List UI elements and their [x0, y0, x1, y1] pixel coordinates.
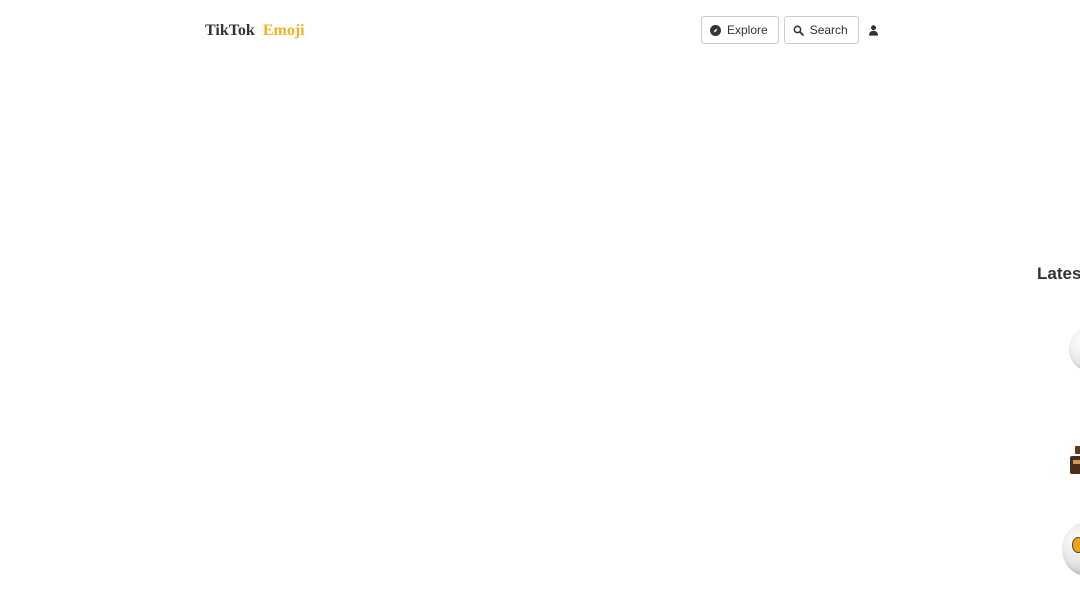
emoji-thumbnail[interactable]	[1068, 444, 1080, 476]
explore-label: Explore	[727, 23, 768, 37]
search-label: Search	[809, 23, 848, 37]
logo-text-emoji: Emoji	[262, 22, 305, 39]
emoji-thumbnail[interactable]	[1062, 522, 1080, 576]
explore-button[interactable]: Explore	[701, 16, 779, 44]
latest-section-title: Lates	[1037, 264, 1080, 283]
header-nav: Explore Search	[701, 16, 879, 44]
user-icon[interactable]	[868, 24, 879, 36]
emoji-thumbnail[interactable]	[1069, 326, 1080, 372]
page: TikTok Emoji Explore Search Lates	[0, 0, 1080, 608]
logo-text-tiktok: TikTok	[205, 22, 255, 39]
search-icon	[793, 25, 804, 36]
compass-icon	[710, 24, 721, 36]
site-logo[interactable]: TikTok Emoji	[205, 20, 305, 42]
search-button[interactable]: Search	[783, 16, 859, 44]
emoji-eye	[1072, 537, 1080, 553]
